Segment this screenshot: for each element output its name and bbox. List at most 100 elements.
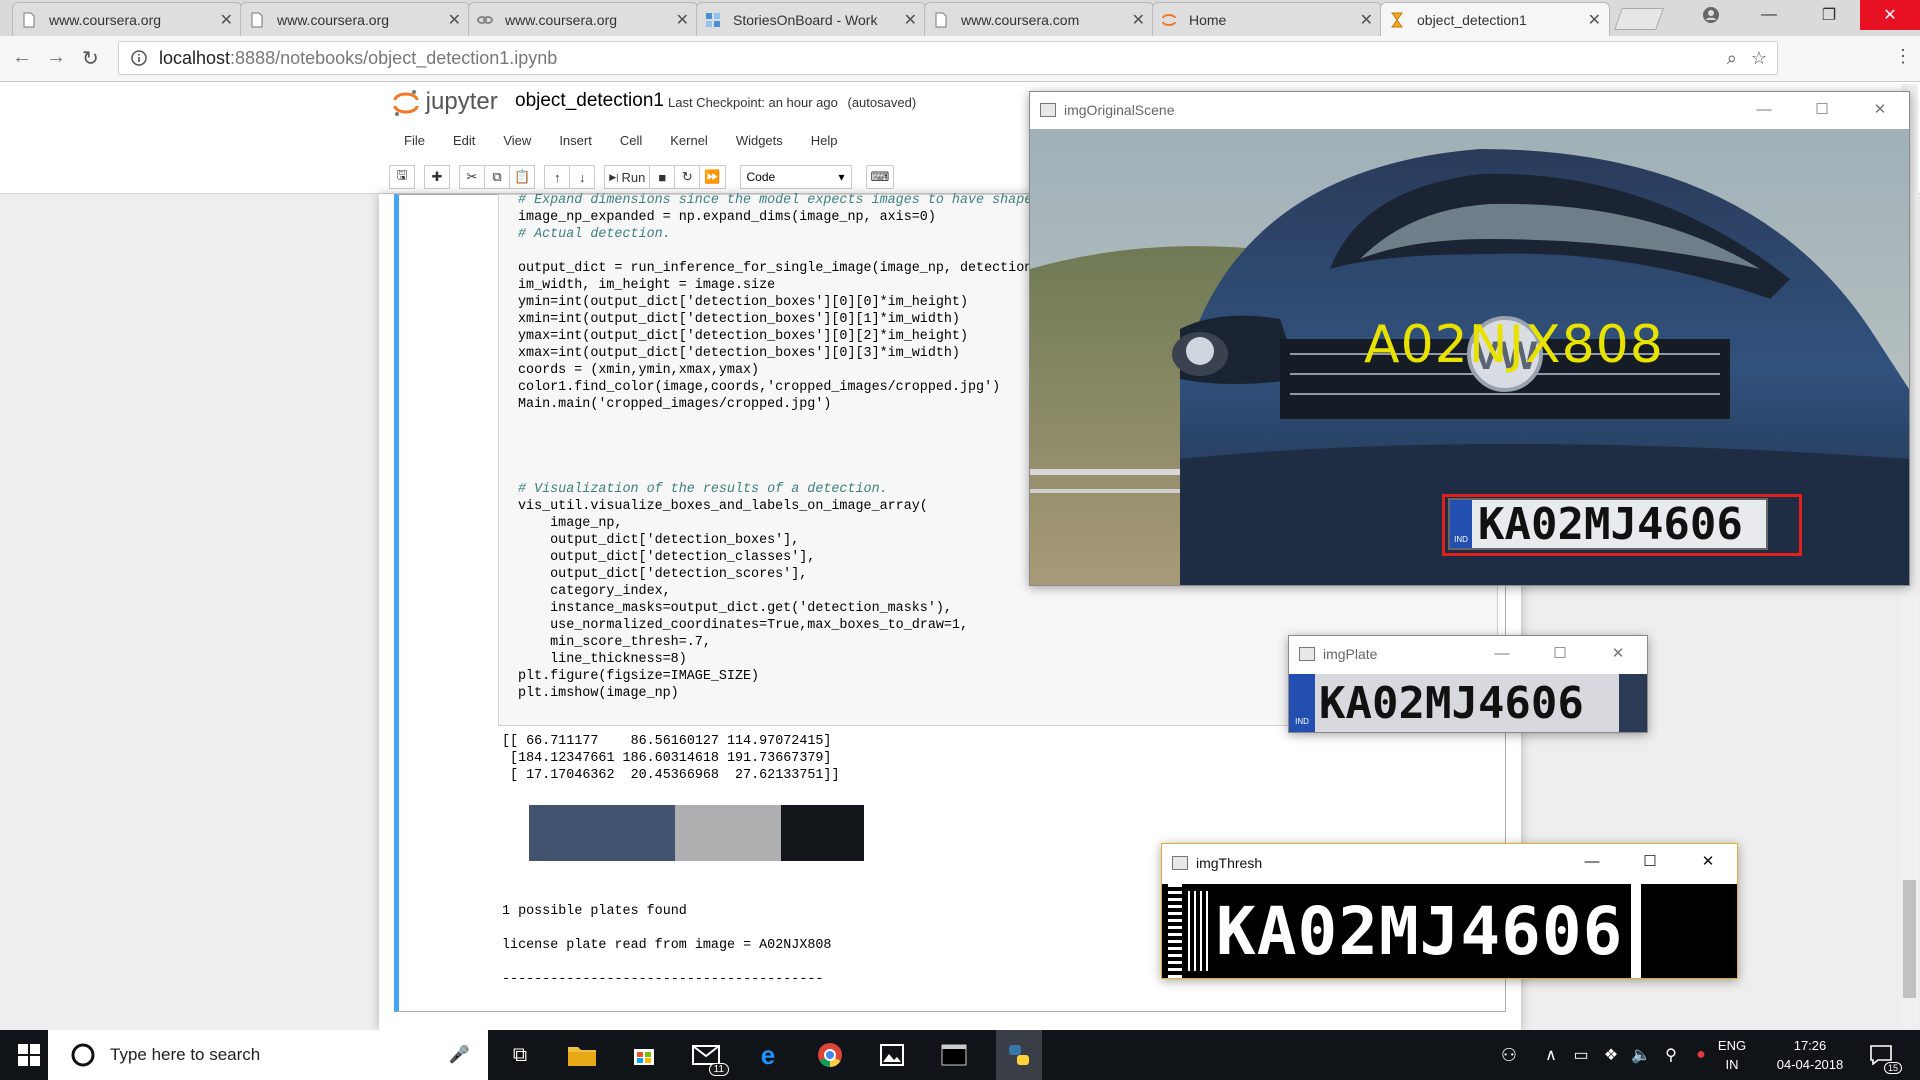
window-title: imgThresh bbox=[1196, 855, 1263, 871]
python-app-icon[interactable] bbox=[996, 1030, 1042, 1080]
browser-tab[interactable]: Home ✕ bbox=[1152, 2, 1382, 36]
menu-view[interactable]: View bbox=[489, 133, 545, 148]
jupyter-logo[interactable]: jupyter bbox=[393, 88, 498, 117]
new-tab-button[interactable] bbox=[1613, 8, 1665, 30]
edge-icon[interactable]: e bbox=[753, 1040, 783, 1070]
threshold-image: KA02MJ4606 bbox=[1162, 884, 1737, 978]
menu-insert[interactable]: Insert bbox=[545, 133, 606, 148]
menu-kernel[interactable]: Kernel bbox=[656, 133, 722, 148]
insert-cell-icon[interactable]: ✚ bbox=[424, 165, 450, 189]
tab-close-icon[interactable]: ✕ bbox=[676, 10, 689, 30]
browser-tab[interactable]: StoriesOnBoard - Work ✕ bbox=[696, 2, 926, 36]
run-button[interactable]: ▶| Run bbox=[604, 165, 651, 189]
reload-icon[interactable]: ↻ bbox=[82, 46, 99, 71]
window-titlebar[interactable]: imgOriginalScene — ☐ ✕ bbox=[1030, 92, 1909, 128]
menu-help[interactable]: Help bbox=[797, 133, 852, 148]
close-window-icon[interactable]: ✕ bbox=[1860, 0, 1920, 30]
maximize-icon[interactable]: ☐ bbox=[1793, 92, 1851, 128]
restart-run-all-icon[interactable]: ⏩ bbox=[699, 165, 726, 189]
page-icon bbox=[23, 12, 35, 27]
terminal-icon[interactable] bbox=[939, 1040, 969, 1070]
battery-icon[interactable]: ▭ bbox=[1566, 1040, 1596, 1070]
tab-close-icon[interactable]: ✕ bbox=[1132, 10, 1145, 30]
browser-tab[interactable]: www.coursera.org ✕ bbox=[240, 2, 470, 36]
browser-tab[interactable]: www.coursera.org ✕ bbox=[468, 2, 698, 36]
link-icon bbox=[477, 15, 493, 24]
tab-close-icon[interactable]: ✕ bbox=[448, 10, 461, 30]
people-icon[interactable]: ⚇ bbox=[1494, 1040, 1524, 1070]
restart-icon[interactable]: ↻ bbox=[674, 165, 701, 189]
zoom-search-icon[interactable]: ⌕ bbox=[1727, 48, 1737, 69]
code-line: line_thickness=8) bbox=[518, 652, 687, 667]
maximize-icon[interactable]: ☐ bbox=[1621, 844, 1679, 882]
menu-file[interactable]: File bbox=[390, 133, 439, 148]
back-icon[interactable]: ← bbox=[12, 46, 32, 69]
file-explorer-icon[interactable] bbox=[567, 1040, 597, 1070]
cv-window-thresh[interactable]: imgThresh — ☐ ✕ KA02MJ4606 bbox=[1161, 843, 1738, 979]
cut-icon[interactable]: ✂ bbox=[459, 165, 485, 189]
code-line: min_score_thresh=.7, bbox=[518, 635, 711, 650]
task-view-icon[interactable]: ⧉ bbox=[505, 1040, 535, 1070]
cell-type-select[interactable]: Code ▾ bbox=[739, 165, 852, 189]
maximize-icon[interactable]: ☐ bbox=[1531, 636, 1589, 672]
bookmark-star-icon[interactable]: ☆ bbox=[1751, 48, 1767, 69]
photos-icon[interactable] bbox=[877, 1040, 907, 1070]
forward-icon[interactable]: → bbox=[46, 46, 66, 69]
windows-start-icon[interactable] bbox=[14, 1040, 44, 1070]
store-icon[interactable] bbox=[629, 1040, 659, 1070]
taskbar-clock[interactable]: 17:26 04-04-2018 bbox=[1770, 1036, 1850, 1074]
browser-tab[interactable]: www.coursera.org ✕ bbox=[12, 2, 242, 36]
address-bar[interactable]: localhost:8888/notebooks/object_detectio… bbox=[118, 41, 1778, 75]
tab-close-icon[interactable]: ✕ bbox=[1588, 10, 1601, 30]
dropbox-icon[interactable]: ❖ bbox=[1596, 1040, 1626, 1070]
paste-icon[interactable]: 📋 bbox=[509, 165, 536, 189]
interrupt-icon[interactable]: ■ bbox=[649, 165, 676, 189]
notebook-name[interactable]: object_detection1 bbox=[515, 90, 664, 112]
mail-icon[interactable]: 11 bbox=[691, 1040, 729, 1076]
code-line: output_dict = run_inference_for_single_i… bbox=[518, 261, 1057, 276]
browser-tab-active[interactable]: object_detection1 ✕ bbox=[1380, 2, 1610, 36]
checkpoint-status: Last Checkpoint: an hour ago (autosaved) bbox=[668, 95, 916, 110]
restore-icon[interactable]: ❐ bbox=[1806, 0, 1852, 30]
cortana-icon bbox=[71, 1043, 95, 1067]
close-icon[interactable]: ✕ bbox=[1679, 844, 1737, 882]
scrollbar-thumb[interactable] bbox=[1903, 880, 1916, 998]
minimize-icon[interactable]: — bbox=[1746, 0, 1792, 30]
window-titlebar[interactable]: imgPlate — ☐ ✕ bbox=[1289, 636, 1647, 672]
network-icon[interactable]: ⚲ bbox=[1656, 1040, 1686, 1070]
keyboard-icon[interactable]: ⌨ bbox=[865, 165, 895, 189]
minimize-icon[interactable]: — bbox=[1563, 844, 1621, 882]
save-icon[interactable]: 🖫 bbox=[389, 165, 415, 189]
show-hidden-icons-chevron[interactable]: ∧ bbox=[1536, 1040, 1566, 1070]
minimize-icon[interactable]: — bbox=[1473, 636, 1531, 672]
tab-close-icon[interactable]: ✕ bbox=[1360, 10, 1373, 30]
color-swatch bbox=[675, 805, 781, 861]
window-titlebar[interactable]: imgThresh — ☐ ✕ bbox=[1162, 844, 1737, 882]
close-icon[interactable]: ✕ bbox=[1589, 636, 1647, 672]
cv-window-original-scene[interactable]: imgOriginalScene — ☐ ✕ VW A02NJX808 IND KA… bbox=[1029, 91, 1910, 586]
microphone-icon[interactable]: 🎤 bbox=[449, 1045, 470, 1065]
move-down-icon[interactable]: ↓ bbox=[569, 165, 596, 189]
cv-window-plate[interactable]: imgPlate — ☐ ✕ IND KA02MJ4606 bbox=[1288, 635, 1648, 733]
language-indicator[interactable]: ENG IN bbox=[1712, 1036, 1752, 1074]
action-center-icon[interactable]: 15 bbox=[1866, 1040, 1902, 1074]
minimize-icon[interactable]: — bbox=[1735, 92, 1793, 128]
code-line: instance_masks=output_dict.get('detectio… bbox=[518, 601, 952, 616]
profile-icon[interactable] bbox=[1688, 0, 1734, 30]
browser-tab[interactable]: www.coursera.com ✕ bbox=[924, 2, 1154, 36]
close-icon[interactable]: ✕ bbox=[1851, 92, 1909, 128]
tab-title: www.coursera.org bbox=[277, 11, 390, 28]
chrome-icon[interactable] bbox=[815, 1040, 845, 1070]
tab-close-icon[interactable]: ✕ bbox=[220, 10, 233, 30]
taskbar-search-box[interactable]: Type here to search 🎤 bbox=[48, 1030, 488, 1080]
menu-edit[interactable]: Edit bbox=[439, 133, 489, 148]
jupyter-icon bbox=[1162, 13, 1176, 26]
menu-widgets[interactable]: Widgets bbox=[722, 133, 797, 148]
copy-icon[interactable]: ⧉ bbox=[484, 165, 510, 189]
move-up-icon[interactable]: ↑ bbox=[544, 165, 571, 189]
volume-icon[interactable]: 🔈 bbox=[1626, 1040, 1656, 1070]
menu-kebab-icon[interactable]: ⋮ bbox=[1894, 46, 1912, 67]
info-icon[interactable] bbox=[131, 50, 147, 66]
tab-close-icon[interactable]: ✕ bbox=[904, 10, 917, 30]
menu-cell[interactable]: Cell bbox=[606, 133, 656, 148]
